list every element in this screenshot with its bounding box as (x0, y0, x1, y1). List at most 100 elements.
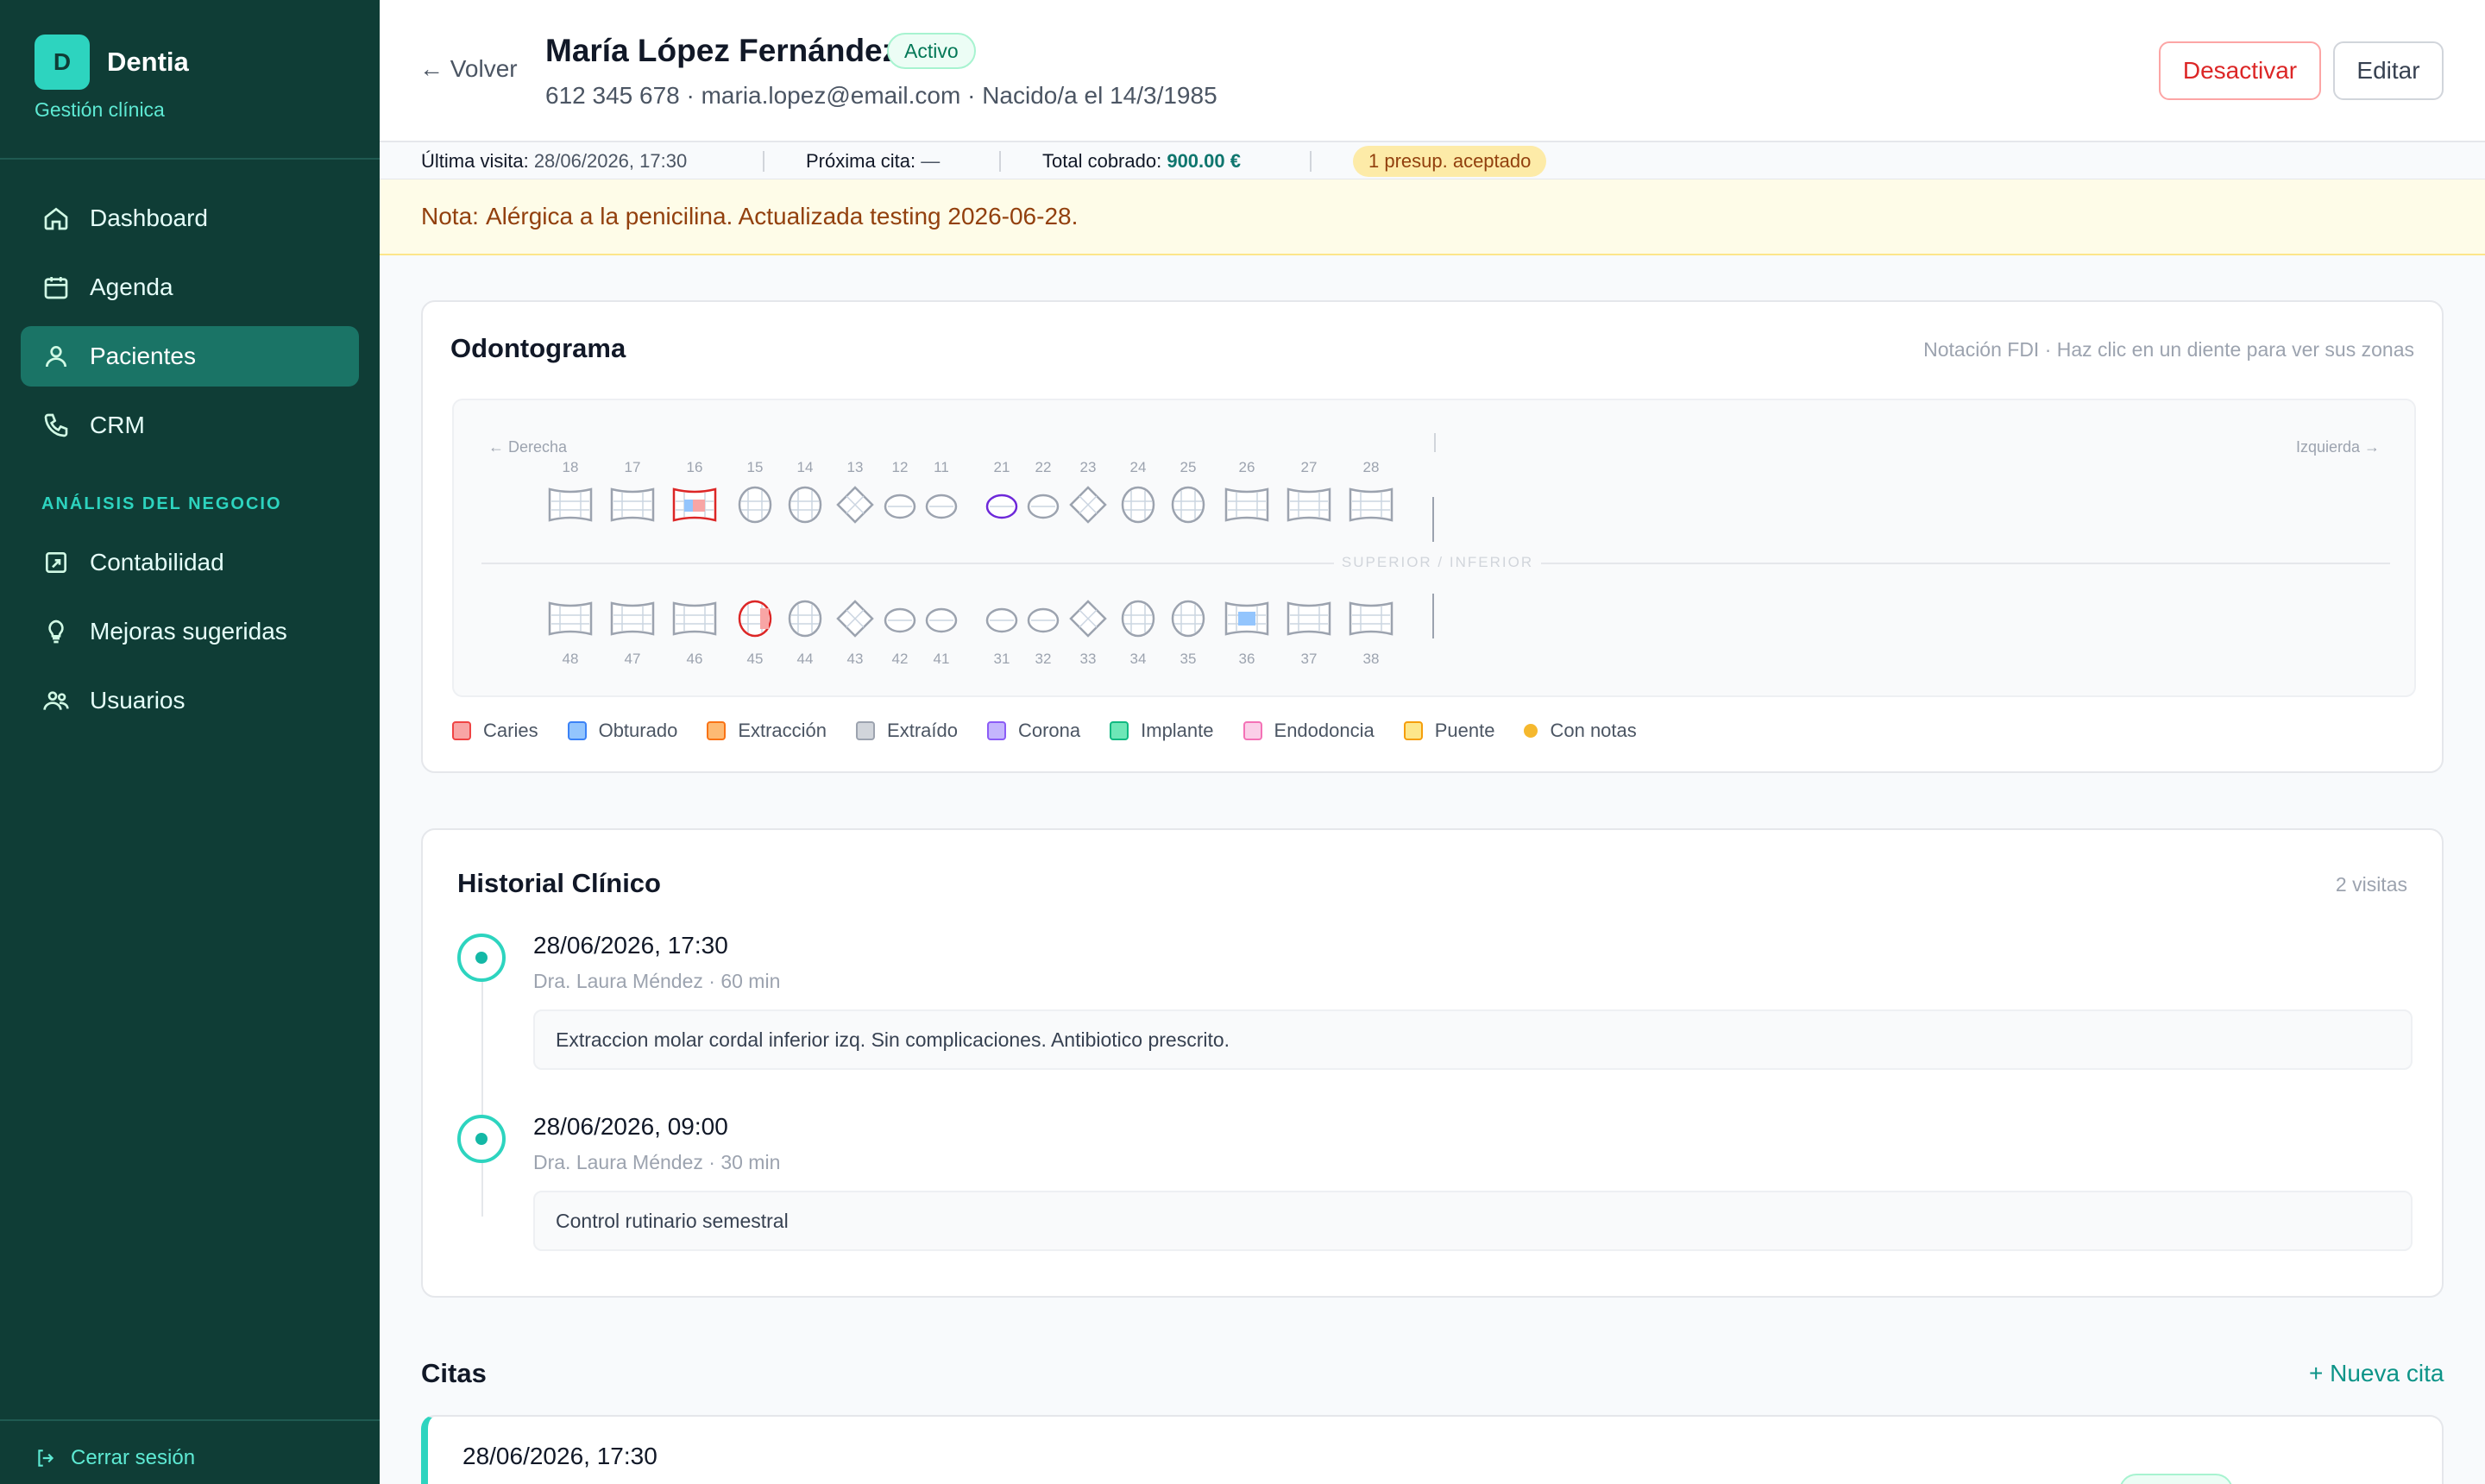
legend-label: Obturado (598, 720, 678, 741)
legend-label: Implante (1141, 720, 1214, 741)
legend-swatch (452, 721, 471, 740)
tooth-43[interactable]: 43 (829, 592, 881, 670)
tooth-18[interactable]: 18 (544, 459, 596, 537)
tooth-44[interactable]: 44 (779, 592, 831, 670)
jaw-mid-label: SUPERIOR / INFERIOR (1334, 554, 1541, 571)
brand-logo: D (35, 35, 90, 90)
stat-value: — (921, 150, 941, 172)
sidebar-item-label: CRM (90, 412, 145, 438)
sidebar-item-mejoras[interactable]: Mejoras sugeridas (21, 601, 359, 662)
tooth-shape-icon (1349, 601, 1393, 636)
sidebar-item-crm[interactable]: CRM (21, 395, 359, 456)
calendar-icon (41, 273, 71, 302)
tooth-15[interactable]: 15 (729, 459, 781, 537)
legend-label: Endodoncia (1274, 720, 1375, 741)
tooth-25[interactable]: 25 (1162, 459, 1214, 537)
tooth-28[interactable]: 28 (1345, 459, 1397, 537)
sidebar-item-usuarios[interactable]: Usuarios (21, 670, 359, 731)
tooth-shape-icon (1027, 607, 1060, 633)
legend-item: Con notas (1524, 720, 1637, 742)
deactivate-button[interactable]: Desactivar (2159, 41, 2321, 100)
tooth-number: 37 (1300, 651, 1318, 667)
visit-date: 28/06/2026, 09:00 (533, 1113, 728, 1140)
tooth-number: 23 (1079, 459, 1097, 475)
tooth-shape-icon (672, 487, 717, 522)
tooth-11[interactable]: 11 (915, 459, 967, 537)
visit-note: Extraccion molar cordal inferior izq. Si… (533, 1009, 2413, 1070)
tooth-27[interactable]: 27 (1283, 459, 1335, 537)
timeline-line (481, 958, 483, 1217)
legend-label: Corona (1017, 720, 1081, 741)
tooth-number: 35 (1180, 651, 1197, 667)
back-link[interactable]: ← Volver (419, 55, 518, 83)
stat-total: Total cobrado: 900.00 € (1042, 150, 1241, 173)
tooth-number: 25 (1180, 459, 1197, 475)
tooth-14[interactable]: 14 (779, 459, 831, 537)
stat-value: 900.00 € (1167, 150, 1241, 172)
edit-button[interactable]: Editar (2333, 41, 2444, 100)
stat-value: 28/06/2026, 17:30 (533, 150, 688, 172)
tooth-38[interactable]: 38 (1345, 592, 1397, 670)
sidebar-item-label: Mejoras sugeridas (90, 618, 287, 645)
tooth-47[interactable]: 47 (607, 592, 658, 670)
tooth-41[interactable]: 41 (915, 592, 967, 670)
tooth-number: 45 (746, 651, 764, 667)
legend-item: Corona (986, 720, 1081, 742)
visit-note: Control rutinario semestral (533, 1191, 2413, 1251)
sidebar-item-agenda[interactable]: Agenda (21, 257, 359, 318)
tooth-shape-icon (1224, 487, 1269, 522)
tooth-48[interactable]: 48 (544, 592, 596, 670)
new-appointment-button[interactable]: + Nueva cita (2309, 1360, 2444, 1387)
tooth-13[interactable]: 13 (829, 459, 881, 537)
legend-item: Extraído (856, 720, 958, 742)
appointment-status-badge (2119, 1474, 2233, 1484)
appointment-card[interactable]: 28/06/2026, 17:30 (421, 1415, 2444, 1484)
nav-section-title: ANÁLISIS DEL NEGOCIO (41, 494, 282, 513)
tooth-45[interactable]: 45 (729, 592, 781, 670)
tooth-46[interactable]: 46 (669, 592, 720, 670)
tooth-22[interactable]: 22 (1017, 459, 1069, 537)
sidebar-item-dashboard[interactable]: Dashboard (21, 188, 359, 248)
tooth-17[interactable]: 17 (607, 459, 658, 537)
tooth-number: 34 (1129, 651, 1147, 667)
tooth-shape-icon (925, 607, 958, 633)
tooth-23[interactable]: 23 (1062, 459, 1114, 537)
tooth-37[interactable]: 37 (1283, 592, 1335, 670)
tooth-24[interactable]: 24 (1112, 459, 1164, 537)
users-icon (41, 342, 71, 371)
tooth-32[interactable]: 32 (1017, 592, 1069, 670)
stat-label: Última visita: (421, 150, 529, 172)
tooth-35[interactable]: 35 (1162, 592, 1214, 670)
visit-meta: Dra. Laura Méndez · 60 min (533, 970, 781, 992)
tooth-shape-icon (1287, 487, 1331, 522)
history-count: 2 visitas (2335, 873, 2407, 896)
legend-swatch (986, 721, 1006, 740)
tooth-34[interactable]: 34 (1112, 592, 1164, 670)
tooth-number: 27 (1300, 459, 1318, 475)
tooth-number: 41 (933, 651, 950, 667)
tooth-shape-icon (1287, 601, 1331, 636)
sidebar: D Dentia Gestión clínica Dashboard Agend… (0, 0, 380, 1484)
lightbulb-icon (41, 617, 71, 646)
sidebar-item-label: Usuarios (90, 687, 186, 714)
brand-subtitle: Gestión clínica (35, 98, 165, 121)
tooth-26[interactable]: 26 (1221, 459, 1273, 537)
legend-label: Extraído (887, 720, 958, 741)
tooth-33[interactable]: 33 (1062, 592, 1114, 670)
tooth-number: 14 (796, 459, 814, 475)
appointment-date: 28/06/2026, 17:30 (462, 1443, 657, 1469)
sidebar-item-contabilidad[interactable]: Contabilidad (21, 532, 359, 593)
legend-swatch (1524, 724, 1538, 738)
sidebar-item-pacientes[interactable]: Pacientes (21, 326, 359, 387)
logout-button[interactable]: Cerrar sesión (35, 1446, 195, 1470)
clinical-history-card: Historial Clínico 2 visitas 28/06/2026, … (421, 828, 2444, 1298)
note-text: Alérgica a la penicilina. Actualizada te… (485, 203, 1079, 230)
tooth-shape-icon (836, 486, 874, 524)
odontogram-hint: Notación FDI · Haz clic en un diente par… (1923, 338, 2414, 361)
home-icon (41, 204, 71, 233)
direction-left-label: Izquierda → (2295, 438, 2380, 456)
sidebar-divider (0, 158, 380, 160)
stat-separator (1310, 151, 1312, 172)
tooth-16[interactable]: 16 (669, 459, 720, 537)
tooth-36[interactable]: 36 (1221, 592, 1273, 670)
